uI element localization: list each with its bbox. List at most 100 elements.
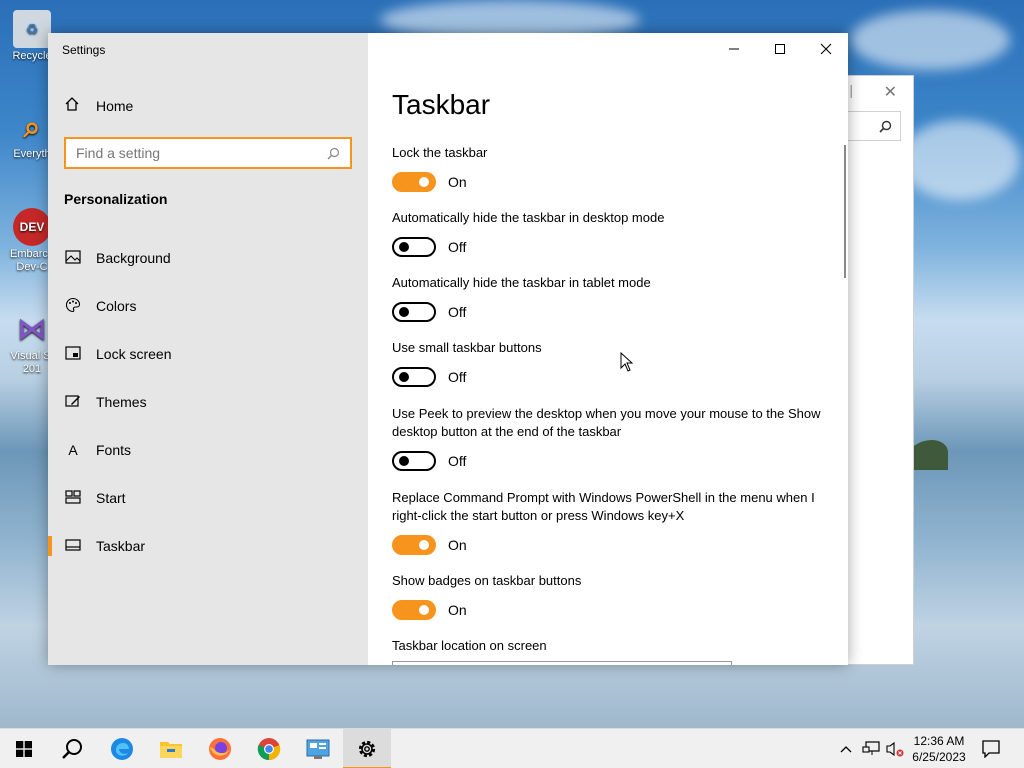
find-setting-search-box[interactable] <box>64 137 352 169</box>
wallpaper-cloud <box>900 120 1020 200</box>
autohide-tablet-toggle[interactable] <box>392 302 436 322</box>
home-nav-item[interactable]: Home <box>64 95 133 117</box>
content-scrollbar[interactable] <box>844 145 846 278</box>
image-icon <box>64 249 82 267</box>
chrome-icon <box>257 738 281 761</box>
mouse-cursor-icon <box>620 352 634 372</box>
setting-label: Show badges on taskbar buttons <box>392 573 582 588</box>
search-button[interactable] <box>48 729 96 768</box>
setting-peek: Use Peek to preview the desktop when you… <box>392 405 822 471</box>
nav-item-colors[interactable]: Colors <box>48 282 368 330</box>
settings-sidebar: Settings Home Personalization Background… <box>48 33 368 665</box>
toggle-state: On <box>448 174 467 190</box>
toggle-state: Off <box>448 239 467 255</box>
windows-taskbar: 12:36 AM 6/25/2023 <box>0 728 1024 768</box>
home-label: Home <box>96 98 134 114</box>
nav-item-label: Colors <box>96 298 137 314</box>
fonts-icon: A <box>68 442 78 458</box>
edge-button[interactable] <box>98 729 146 768</box>
wallpaper-island <box>908 440 948 470</box>
setting-label: Use small taskbar buttons <box>392 340 542 355</box>
home-icon <box>64 96 82 116</box>
file-explorer-button[interactable] <box>147 729 195 768</box>
nav-item-start[interactable]: Start <box>48 474 368 522</box>
folder-icon <box>160 742 182 758</box>
desktop-icon-label: Recycle <box>12 50 52 62</box>
firefox-button[interactable] <box>196 729 244 768</box>
powershell-toggle[interactable] <box>392 535 436 555</box>
lock-screen-icon <box>64 345 82 363</box>
taskbar-location-dropdown[interactable] <box>392 661 732 665</box>
themes-icon <box>64 394 82 411</box>
nav-item-label: Themes <box>96 394 147 410</box>
recycle-bin-icon: ♻ <box>13 10 51 48</box>
setting-small-buttons: Use small taskbar buttons Off <box>392 339 822 387</box>
nav-item-label: Taskbar <box>96 538 146 554</box>
minimize-icon[interactable]: | <box>849 82 853 98</box>
start-button[interactable] <box>0 729 48 768</box>
minimize-icon <box>729 48 739 50</box>
wallpaper-cloud <box>850 10 1010 70</box>
autohide-desktop-toggle[interactable] <box>392 237 436 257</box>
clock-date: 6/25/2023 <box>912 750 966 764</box>
section-heading: Personalization <box>64 191 168 207</box>
setting-label: Use Peek to preview the desktop when you… <box>392 406 821 439</box>
setting-label: Lock the taskbar <box>392 145 488 160</box>
show-hidden-icons-button[interactable] <box>836 729 856 768</box>
close-icon[interactable]: ✕ <box>884 82 897 102</box>
setting-autohide-desktop: Automatically hide the taskbar in deskto… <box>392 209 822 257</box>
network-icon <box>862 741 880 755</box>
devcpp-icon: DEV <box>13 208 51 246</box>
volume-muted-icon <box>886 741 904 757</box>
chrome-button[interactable] <box>245 729 293 768</box>
gear-icon <box>358 740 376 758</box>
toggle-state: Off <box>448 304 467 320</box>
control-panel-icon <box>306 739 330 759</box>
minimize-button[interactable] <box>711 33 757 65</box>
small-buttons-toggle[interactable] <box>392 367 436 387</box>
setting-lock-taskbar: Lock the taskbar On <box>392 144 822 192</box>
setting-label: Replace Command Prompt with Windows Powe… <box>392 490 815 523</box>
peek-toggle[interactable] <box>392 451 436 471</box>
search-icon <box>327 147 340 159</box>
close-button[interactable] <box>803 33 848 65</box>
nav-item-taskbar[interactable]: Taskbar <box>48 522 368 570</box>
search-input[interactable] <box>76 145 327 161</box>
setting-label: Taskbar location on screen <box>392 638 547 653</box>
nav-item-label: Background <box>96 250 171 266</box>
edge-icon <box>111 738 133 760</box>
nav-item-themes[interactable]: Themes <box>48 378 368 426</box>
chevron-up-icon <box>840 746 852 753</box>
nav-item-lock-screen[interactable]: Lock screen <box>48 330 368 378</box>
windows-logo-icon <box>16 741 32 757</box>
settings-window: Settings Home Personalization Background… <box>48 33 848 665</box>
search-icon <box>62 739 82 759</box>
badges-toggle[interactable] <box>392 600 436 620</box>
setting-location: Taskbar location on screen <box>392 637 822 655</box>
maximize-icon <box>775 44 785 54</box>
lock-taskbar-toggle[interactable] <box>392 172 436 192</box>
taskbar-icon <box>64 538 82 554</box>
search-icon <box>879 120 892 133</box>
firefox-icon <box>209 738 231 760</box>
personalization-nav: Background Colors Lock screen Themes A F… <box>48 234 368 570</box>
nav-item-background[interactable]: Background <box>48 234 368 282</box>
setting-label: Automatically hide the taskbar in tablet… <box>392 275 651 290</box>
toggle-state: On <box>448 602 467 618</box>
control-panel-button[interactable] <box>294 729 342 768</box>
window-title: Settings <box>62 43 106 57</box>
system-clock[interactable]: 12:36 AM 6/25/2023 <box>904 733 974 765</box>
maximize-button[interactable] <box>757 33 803 65</box>
network-button[interactable] <box>860 729 882 768</box>
background-search-box[interactable] <box>846 111 901 141</box>
nav-item-fonts[interactable]: A Fonts <box>48 426 368 474</box>
setting-label: Automatically hide the taskbar in deskto… <box>392 210 665 225</box>
notification-icon <box>982 740 1000 758</box>
action-center-button[interactable] <box>976 729 1006 768</box>
page-title: Taskbar <box>392 89 491 120</box>
volume-button[interactable] <box>884 729 906 768</box>
setting-autohide-tablet: Automatically hide the taskbar in tablet… <box>392 274 822 322</box>
settings-button[interactable] <box>343 729 391 768</box>
setting-badges: Show badges on taskbar buttons On <box>392 572 822 620</box>
close-icon <box>820 43 832 55</box>
